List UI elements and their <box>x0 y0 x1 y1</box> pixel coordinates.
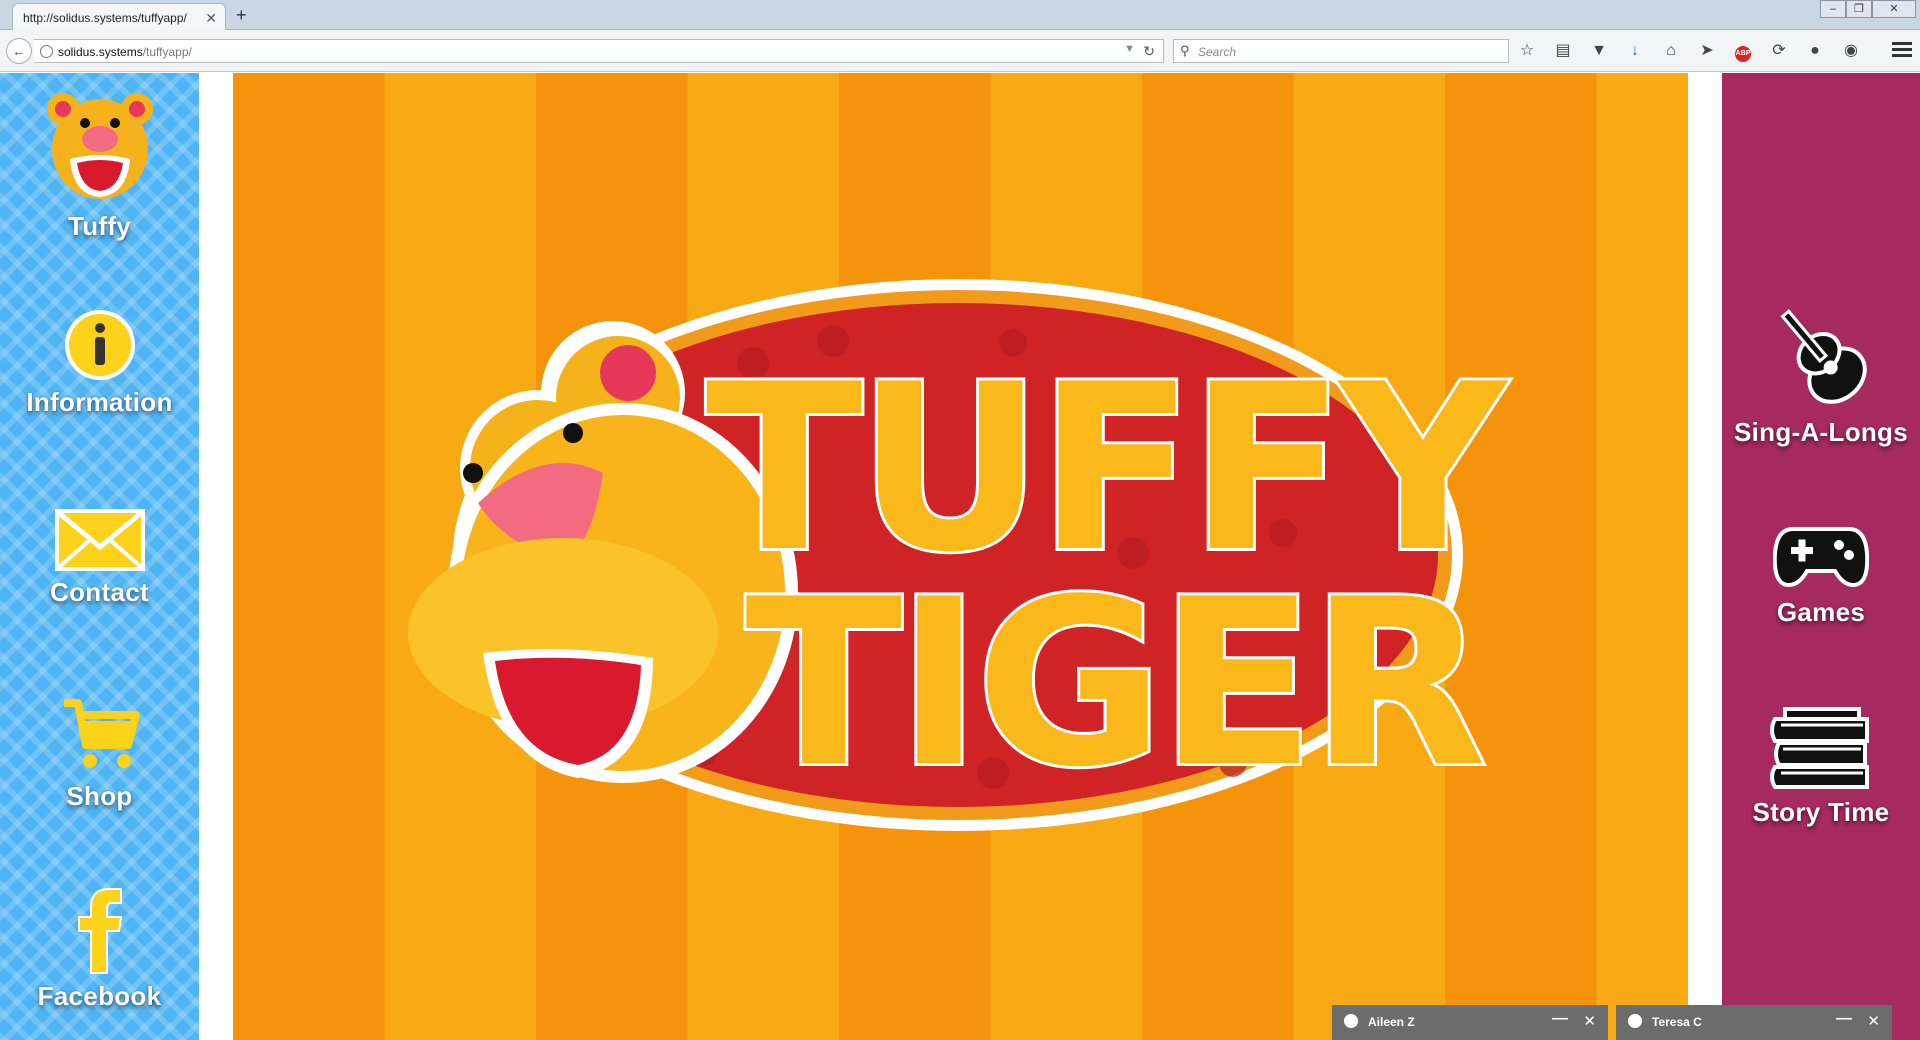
new-tab-button[interactable]: + <box>236 5 247 26</box>
info-icon <box>64 310 135 380</box>
chat-bubble-icon <box>1344 1014 1358 1028</box>
address-bar[interactable]: solidus.systems/tuffyapp/ ▼ ↻ <box>34 39 1164 63</box>
chat-minimize-icon[interactable]: — <box>1552 1010 1568 1028</box>
books-icon <box>1770 707 1869 789</box>
reload-icon[interactable]: ↻ <box>1143 43 1155 60</box>
nav-label-tuffy: Tuffy <box>67 211 132 241</box>
star-icon[interactable]: ☆ <box>1514 40 1540 62</box>
privacy-icon[interactable]: ◉ <box>1838 40 1864 62</box>
site-identity-icon[interactable] <box>40 45 53 58</box>
home-icon[interactable]: ⌂ <box>1658 40 1684 62</box>
hero-banner: TUFFY TIGER <box>233 73 1688 1040</box>
shopping-cart-icon <box>63 699 140 768</box>
toolbar-icons: ☆ ▤ ▼ ↓ ⌂ ➤ ABP ⟳ ● ◉ <box>1514 40 1864 62</box>
send-icon[interactable]: ➤ <box>1694 40 1720 62</box>
chat-close-icon[interactable]: ✕ <box>1867 1012 1880 1030</box>
tab-strip: http://solidus.systems/tuffyapp/ ✕ + – ❐… <box>0 0 1920 30</box>
back-button[interactable]: ← <box>6 38 32 64</box>
nav-label-games: Games <box>1776 597 1866 627</box>
nav-label-shop: Shop <box>66 781 133 811</box>
search-icon: ⚲ <box>1180 43 1190 58</box>
gamepad-icon <box>1773 527 1869 588</box>
menu-icon[interactable] <box>1892 42 1912 60</box>
guitar-icon <box>1780 309 1867 404</box>
facebook-icon <box>77 888 122 974</box>
nav-item-facebook[interactable]: Facebook <box>0 885 199 1012</box>
url-path: /tuffyapp/ <box>142 45 192 59</box>
window-controls: – ❐ ✕ <box>1820 0 1916 18</box>
chat-close-icon[interactable]: ✕ <box>1583 1012 1596 1030</box>
chat-tab-aileen[interactable]: Aileen Z — ✕ <box>1332 1005 1608 1040</box>
tuffy-tiger-logo: TUFFY TIGER <box>408 279 1518 831</box>
tab-title: http://solidus.systems/tuffyapp/ <box>23 11 187 25</box>
tiger-face-icon <box>46 93 153 199</box>
download-icon[interactable]: ↓ <box>1622 40 1648 62</box>
nav-item-tuffy[interactable]: Tuffy <box>0 87 199 242</box>
chat-bubble-icon <box>1628 1014 1642 1028</box>
search-placeholder: Search <box>1198 45 1237 59</box>
close-window-button[interactable]: ✕ <box>1872 0 1916 18</box>
pocket-icon[interactable]: ▼ <box>1586 40 1612 62</box>
nav-label-information: Information <box>26 387 173 417</box>
chat-minimize-icon[interactable]: — <box>1836 1010 1852 1028</box>
chat-name: Teresa C <box>1652 1015 1702 1029</box>
envelope-icon <box>54 509 145 571</box>
browser-tab[interactable]: http://solidus.systems/tuffyapp/ ✕ <box>12 3 226 30</box>
restore-window-button[interactable]: ❐ <box>1846 0 1872 18</box>
chat-tab-teresa[interactable]: Teresa C — ✕ <box>1616 1005 1892 1040</box>
chat-icon[interactable]: ● <box>1802 40 1828 62</box>
nav-item-contact[interactable]: Contact <box>0 509 199 608</box>
url-host: solidus.systems <box>58 45 143 59</box>
tab-close-icon[interactable]: ✕ <box>205 10 217 27</box>
navigation-toolbar: ← solidus.systems/tuffyapp/ ▼ ↻ ⚲ Search… <box>0 30 1920 72</box>
logo-line-tiger: TIGER <box>745 551 1482 818</box>
search-input[interactable]: ⚲ Search <box>1173 39 1509 63</box>
nav-label-contact: Contact <box>50 577 149 607</box>
chat-name: Aileen Z <box>1368 1015 1415 1029</box>
history-icon[interactable]: ⟳ <box>1766 40 1792 62</box>
minimize-window-button[interactable]: – <box>1820 0 1846 18</box>
nav-item-sing-a-longs[interactable]: Sing-A-Longs <box>1722 301 1920 448</box>
page-content: Tuffy Information Contact Shop Facebook … <box>0 73 1920 1040</box>
nav-item-information[interactable]: Information <box>0 309 199 418</box>
nav-item-shop[interactable]: Shop <box>0 695 199 812</box>
nav-item-games[interactable]: Games <box>1722 523 1920 628</box>
nav-item-story-time[interactable]: Story Time <box>1722 707 1920 828</box>
url-dropdown-icon[interactable]: ▼ <box>1124 43 1135 55</box>
left-sidebar: Tuffy Information Contact Shop Facebook <box>0 73 199 1040</box>
reading-list-icon[interactable]: ▤ <box>1550 40 1576 62</box>
adblock-icon[interactable]: ABP <box>1730 40 1756 62</box>
nav-label-facebook: Facebook <box>37 981 162 1011</box>
right-sidebar: Sing-A-Longs Games Story Time <box>1722 73 1920 1040</box>
nav-label-story-time: Story Time <box>1752 797 1890 827</box>
nav-label-sing-a-longs: Sing-A-Longs <box>1733 417 1908 447</box>
